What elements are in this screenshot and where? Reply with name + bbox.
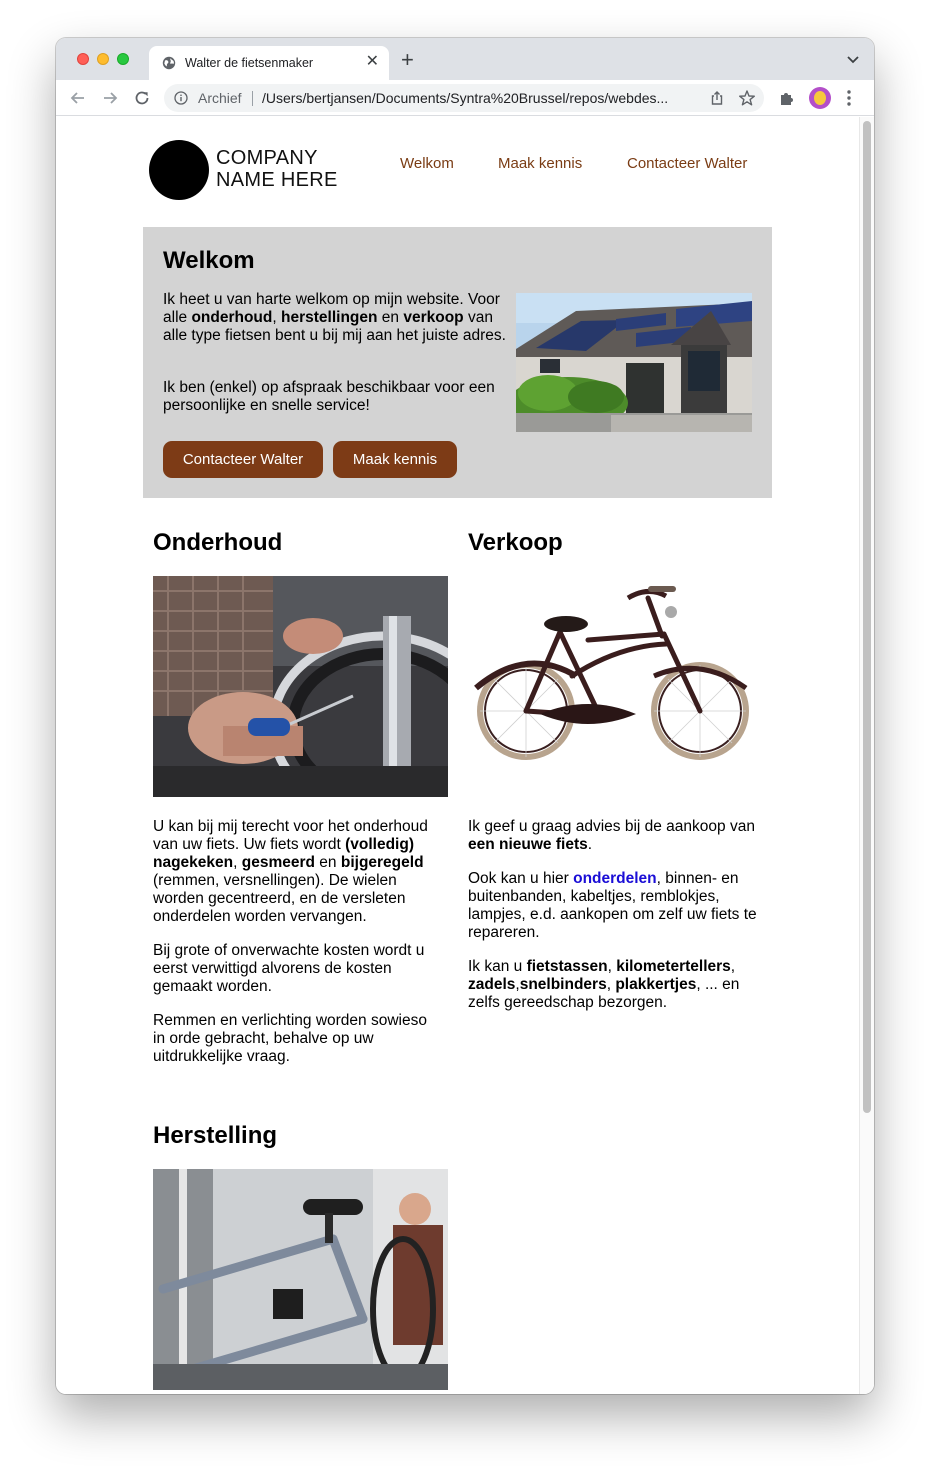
- chevron-down-icon[interactable]: [846, 52, 860, 66]
- kebab-menu-icon[interactable]: [846, 89, 852, 107]
- welcome-heading: Welkom: [163, 247, 255, 274]
- profile-avatar[interactable]: [809, 87, 831, 109]
- new-tab-icon[interactable]: +: [401, 49, 414, 71]
- browser-window: Walter de fietsenmaker ✕ + Archief /User…: [56, 38, 874, 1394]
- logo-line-1: COMPANY: [216, 147, 318, 169]
- tab-active[interactable]: Walter de fietsenmaker ✕: [149, 46, 389, 80]
- reload-icon[interactable]: [132, 88, 152, 108]
- avatar-face: [814, 91, 826, 105]
- title-bar: Walter de fietsenmaker ✕ +: [56, 38, 874, 80]
- verkoop-paragraph-1: Ik geef u graag advies bij de aankoop va…: [468, 818, 755, 853]
- onderhoud-paragraph-2: Bij grote of onverwachte kosten wordt u …: [153, 942, 425, 995]
- onderhoud-paragraph-3: Remmen en verlichting worden sowieso in …: [153, 1012, 427, 1065]
- share-icon[interactable]: [709, 90, 725, 106]
- url-text[interactable]: /Users/bertjansen/Documents/Syntra%20Bru…: [262, 90, 702, 106]
- verkoop-paragraph-3: Ik kan u fietstassen, kilometertellers, …: [468, 958, 740, 1011]
- verkoop-paragraph-2: Ook kan u hier onderdelen, binnen- en bu…: [468, 870, 757, 941]
- company-logo: [149, 140, 209, 200]
- nav-link-welkom[interactable]: Welkom: [400, 155, 454, 172]
- globe-icon: [162, 56, 176, 70]
- welcome-availability: Ik ben (enkel) op afspraak beschikbaar v…: [163, 379, 495, 414]
- repair-photo: [153, 1169, 448, 1390]
- house-photo: [516, 293, 752, 432]
- onderhoud-heading: Onderhoud: [153, 529, 283, 556]
- forward-icon[interactable]: [100, 88, 120, 108]
- info-icon[interactable]: [174, 91, 188, 105]
- extensions-icon[interactable]: [778, 89, 796, 107]
- company-name: COMPANY NAME HERE: [216, 147, 338, 191]
- browser-toolbar: Archief /Users/bertjansen/Documents/Synt…: [56, 80, 874, 116]
- logo-line-2: NAME HERE: [216, 169, 338, 191]
- verkoop-heading: Verkoop: [468, 529, 563, 556]
- zoom-window-button[interactable]: [117, 53, 129, 65]
- omnibox-separator: [252, 91, 253, 106]
- close-tab-icon[interactable]: ✕: [366, 53, 379, 71]
- address-bar[interactable]: Archief /Users/bertjansen/Documents/Synt…: [164, 84, 764, 112]
- scrollbar-thumb[interactable]: [863, 121, 871, 1113]
- back-icon[interactable]: [68, 88, 88, 108]
- nav-link-contacteer-walter[interactable]: Contacteer Walter: [627, 155, 747, 172]
- onderdelen-link[interactable]: onderdelen: [573, 870, 657, 887]
- close-window-button[interactable]: [77, 53, 89, 65]
- star-icon[interactable]: [738, 89, 756, 107]
- contact-walter-button[interactable]: Contacteer Walter: [163, 441, 323, 478]
- maintenance-photo: [153, 576, 448, 797]
- scrollbar-track[interactable]: [859, 117, 874, 1394]
- nav-link-maak-kennis[interactable]: Maak kennis: [498, 155, 582, 172]
- page-viewport: COMPANY NAME HERE Welkom Maak kennis Con…: [56, 117, 874, 1394]
- minimize-window-button[interactable]: [97, 53, 109, 65]
- welcome-section: Welkom Ik heet u van harte welkom op mij…: [143, 227, 772, 498]
- welcome-intro: Ik heet u van harte welkom op mijn websi…: [163, 291, 506, 344]
- onderhoud-paragraph-1: U kan bij mij terecht voor het onderhoud…: [153, 818, 428, 925]
- herstelling-heading: Herstelling: [153, 1122, 278, 1149]
- bicycle-photo: [468, 576, 763, 797]
- omnibox-label: Archief: [198, 90, 242, 106]
- meet-button[interactable]: Maak kennis: [333, 441, 457, 478]
- tab-title: Walter de fietsenmaker: [185, 56, 314, 70]
